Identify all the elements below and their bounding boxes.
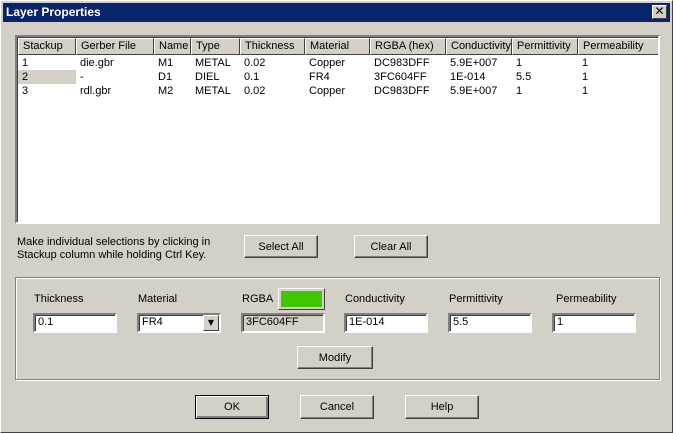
table-cell: 0.02 bbox=[244, 85, 266, 97]
table-cell: 1 bbox=[516, 85, 523, 97]
cancel-button[interactable]: Cancel bbox=[300, 395, 374, 419]
permittivity-label: Permittivity bbox=[449, 293, 503, 305]
conductivity-label: Conductivity bbox=[345, 293, 405, 305]
rgba-color-swatch bbox=[281, 291, 322, 307]
column-header[interactable]: Name bbox=[154, 38, 191, 55]
modify-button[interactable]: Modify bbox=[297, 346, 373, 369]
column-header[interactable]: Permeability bbox=[578, 38, 658, 55]
table-cell: 0.1 bbox=[244, 71, 260, 83]
layer-table[interactable]: Stackup Gerber File Name Type Thickness Mater… bbox=[15, 35, 660, 224]
layer-properties-dialog: Layer Properties ✕ Stackup Gerber File Nam… bbox=[0, 0, 673, 433]
thickness-label: Thickness bbox=[34, 293, 84, 305]
table-cell: DC983DFF bbox=[374, 85, 430, 97]
select-all-button[interactable]: Select All bbox=[244, 235, 318, 258]
thickness-input[interactable]: 0.1 bbox=[33, 313, 117, 333]
table-cell: 1 bbox=[582, 85, 589, 97]
table-cell: METAL bbox=[195, 57, 231, 69]
table-cell: die.gbr bbox=[80, 57, 114, 69]
column-header[interactable]: Gerber File bbox=[76, 38, 154, 55]
table-cell: rdl.gbr bbox=[80, 85, 112, 97]
column-header[interactable]: Stackup bbox=[18, 38, 76, 55]
table-cell: 3FC604FF bbox=[374, 71, 427, 83]
ok-button[interactable]: OK bbox=[195, 395, 269, 419]
rgba-label: RGBA bbox=[242, 293, 274, 305]
column-header[interactable]: Material bbox=[305, 38, 370, 55]
table-cell: METAL bbox=[195, 85, 231, 97]
table-body: 1 die.gbr M1 METAL 0.02 Copper DC983DFF 5.9E+00… bbox=[18, 56, 658, 98]
table-cell: 5.9E+007 bbox=[450, 57, 498, 69]
close-button[interactable]: ✕ bbox=[652, 5, 667, 19]
table-cell: 5.9E+007 bbox=[450, 85, 498, 97]
chevron-down-icon[interactable]: ▼ bbox=[203, 315, 219, 331]
table-row[interactable]: 2- D1 DIEL 0.1 FR4 3FC604FF 1E-014 5.5 1 bbox=[18, 70, 658, 84]
table-cell: DC983DFF bbox=[374, 57, 430, 69]
clear-all-button[interactable]: Clear All bbox=[354, 235, 428, 258]
table-row[interactable]: 3 rdl.gbr M2 METAL 0.02 Copper DC983DFF 5.9E+00… bbox=[18, 84, 658, 98]
selection-hint: Make individual selections by clicking i… bbox=[17, 236, 211, 261]
help-button[interactable]: Help bbox=[405, 395, 479, 419]
table-cell: Copper bbox=[309, 57, 346, 69]
column-header[interactable]: Permittivity bbox=[512, 38, 578, 55]
stackup-cell[interactable]: 1 bbox=[18, 56, 76, 70]
table-cell: 5.5 bbox=[516, 71, 532, 83]
material-label: Material bbox=[138, 293, 178, 305]
rgba-value-field: 3FC604FF bbox=[241, 313, 325, 333]
table-cell: DIEL bbox=[195, 71, 220, 83]
permeability-label: Permeability bbox=[556, 293, 617, 305]
column-header[interactable]: Thickness bbox=[240, 38, 305, 55]
conductivity-input[interactable]: 1E-014 bbox=[344, 313, 428, 333]
column-header[interactable]: Type bbox=[191, 38, 240, 55]
table-cell: 0.02 bbox=[244, 57, 266, 69]
permeability-input[interactable]: 1 bbox=[552, 313, 636, 333]
table-cell: D1 bbox=[158, 71, 173, 83]
column-header[interactable]: Conductivity bbox=[446, 38, 512, 55]
column-header[interactable]: RGBA (hex) bbox=[370, 38, 446, 55]
table-cell: M2 bbox=[158, 85, 174, 97]
table-cell: 1 bbox=[516, 57, 523, 69]
table-row[interactable]: 1 die.gbr M1 METAL 0.02 Copper DC983DFF 5.9E+00… bbox=[18, 56, 658, 70]
close-icon: ✕ bbox=[654, 4, 665, 18]
table-cell: - bbox=[80, 71, 84, 83]
stackup-cell[interactable]: 2 bbox=[18, 70, 76, 84]
table-header: Stackup Gerber File Name Type Thickness Mater… bbox=[18, 38, 658, 55]
rgba-color-button[interactable] bbox=[278, 288, 325, 310]
material-select[interactable]: FR4 ▼ bbox=[137, 313, 221, 333]
table-cell: 1 bbox=[582, 71, 589, 83]
table-cell: 1E-014 bbox=[450, 71, 486, 83]
table-cell: Copper bbox=[309, 85, 346, 97]
permittivity-input[interactable]: 5.5 bbox=[448, 313, 532, 333]
material-value: FR4 bbox=[142, 316, 163, 328]
stackup-cell[interactable]: 3 bbox=[18, 84, 76, 98]
table-cell: M1 bbox=[158, 57, 174, 69]
table-cell: FR4 bbox=[309, 71, 330, 83]
table-cell: 1 bbox=[582, 57, 589, 69]
window-title: Layer Properties bbox=[6, 5, 101, 19]
title-bar: Layer Properties ✕ bbox=[3, 3, 670, 22]
